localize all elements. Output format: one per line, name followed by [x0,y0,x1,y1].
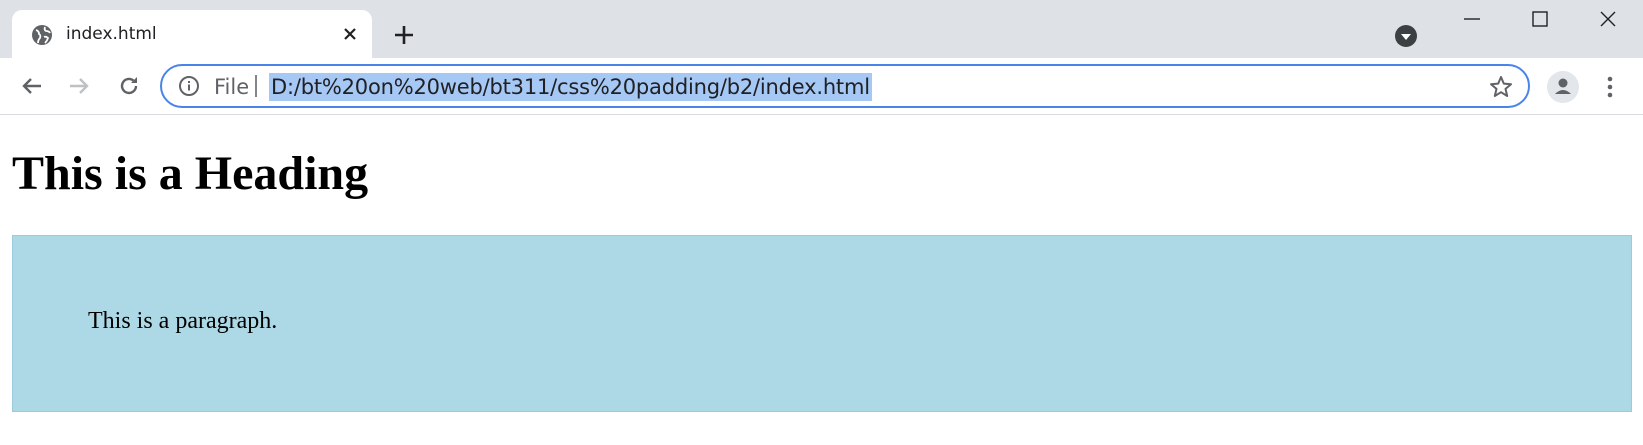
globe-icon [30,23,54,47]
address-bar[interactable]: File D:/bt%20on%20web/bt311/css%20paddin… [160,64,1530,108]
tab-title: index.html [66,24,157,44]
tab-strip: index.html [0,0,1643,58]
window-close-icon[interactable] [1573,0,1643,38]
active-tab[interactable]: index.html [12,10,372,58]
forward-arrow-icon[interactable] [61,68,97,104]
browser-toolbar: File D:/bt%20on%20web/bt311/css%20paddin… [0,58,1643,115]
maximize-icon[interactable] [1505,0,1575,38]
tab-search-icon[interactable] [1393,23,1419,49]
minimize-icon[interactable] [1437,0,1507,38]
kebab-menu-icon[interactable] [1598,70,1622,104]
scheme-label: File [214,75,250,99]
info-icon[interactable] [178,75,200,97]
plus-icon[interactable] [391,22,417,48]
close-icon[interactable] [338,22,362,46]
profile-icon[interactable] [1546,70,1580,104]
paragraph-text: This is a paragraph. [88,308,278,334]
scheme-divider [255,75,257,97]
reload-icon[interactable] [111,68,147,104]
url-text[interactable]: D:/bt%20on%20web/bt311/css%20padding/b2/… [269,73,872,101]
page-heading: This is a Heading [12,147,369,200]
padded-paragraph-box: This is a paragraph. [12,235,1632,412]
page-content: This is a Heading This is a paragraph. [0,116,1643,445]
back-arrow-icon[interactable] [14,68,50,104]
star-icon[interactable] [1488,74,1514,100]
